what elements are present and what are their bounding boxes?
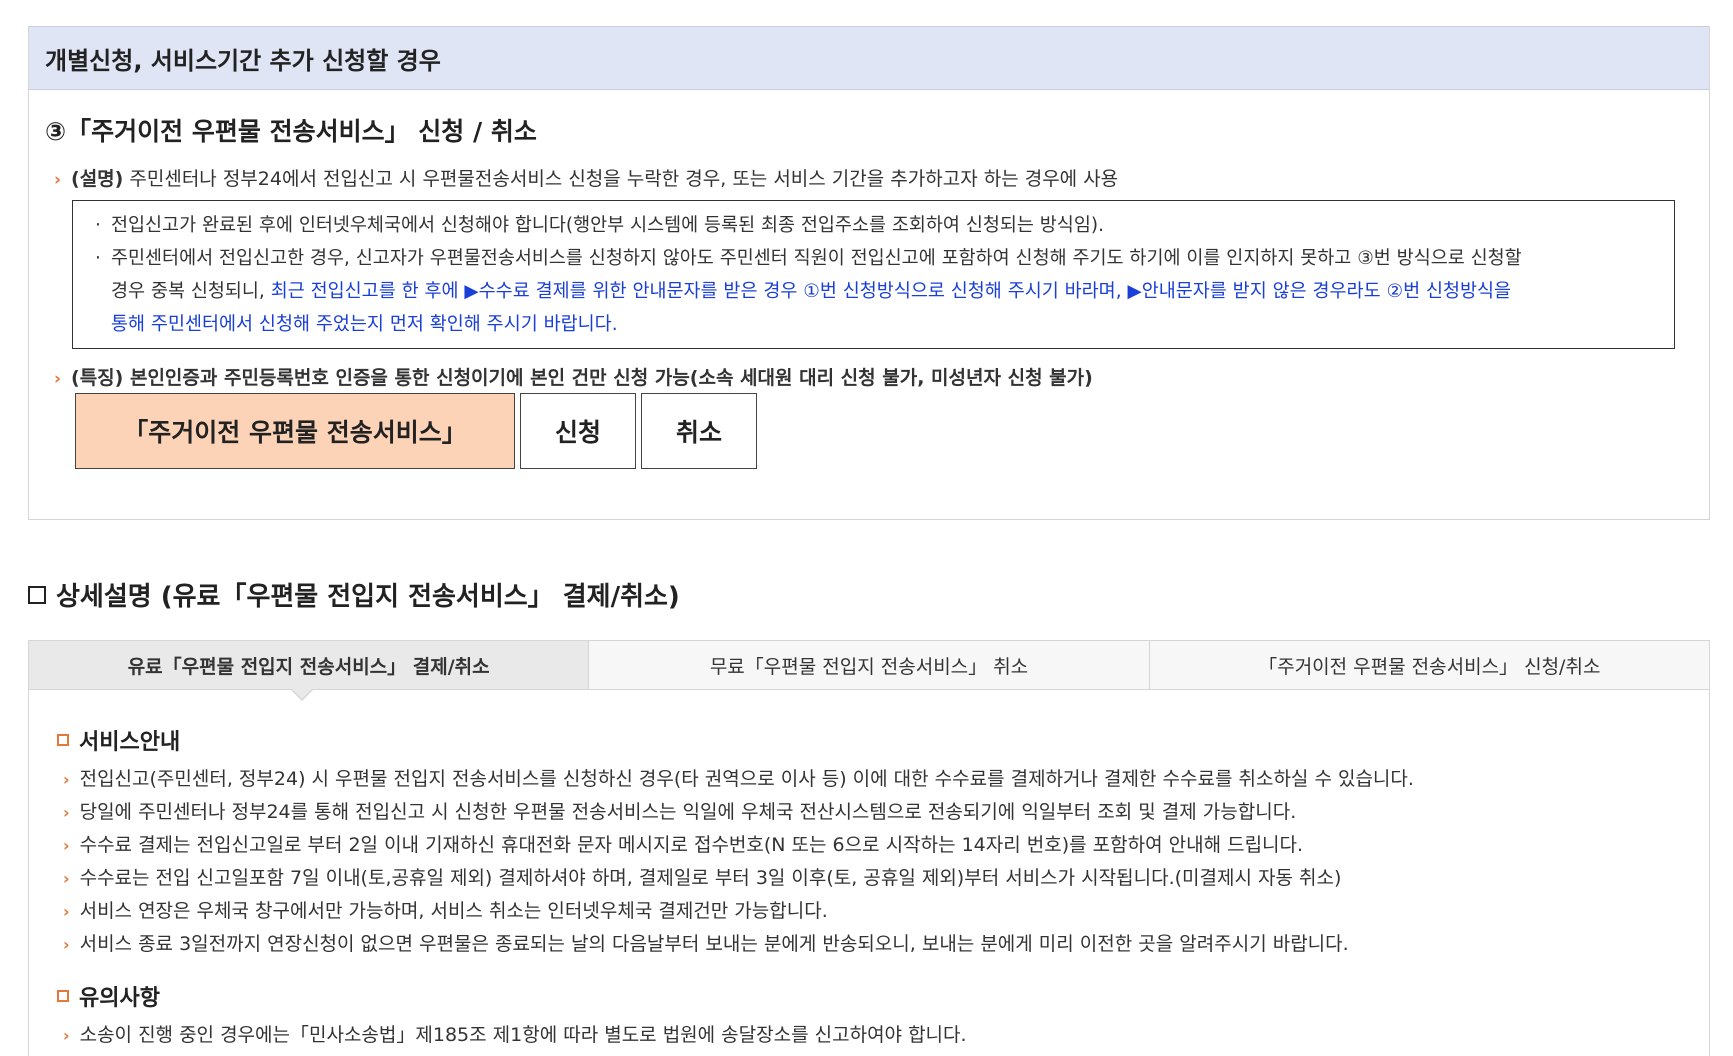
feature-line: › (특징) 본인인증과 주민등록번호 인증을 통한 신청이기에 본인 건만 신청… [54, 363, 1093, 390]
notice-text: 경우 중복 신청되니, [111, 281, 265, 302]
tab-paid-payment-cancel[interactable]: 유료「우편물 전입지 전송서비스」 결제/취소 [29, 641, 589, 689]
detail-title-text: 상세설명 (유료「우편물 전입지 전송서비스」 결제/취소) [56, 582, 680, 612]
list-item: › 수수료 결제는 전입신고일로 부터 2일 이내 기재하신 휴대전화 문자 메시… [63, 834, 1304, 856]
chevron-right-icon: › [63, 836, 70, 855]
bullet-dot-icon: · [95, 215, 101, 236]
service-guide-title: 서비스안내 [57, 724, 180, 756]
list-item: › 서비스 연장은 우체국 창구에서만 가능하며, 서비스 취소는 인터넷우체국 … [63, 900, 828, 922]
chevron-right-icon: › [54, 369, 62, 389]
tab-content: 서비스안내 › 전입신고(주민센터, 정부24) 시 우편물 전입지 전송서비스를… [28, 690, 1710, 1056]
panel-header: 개별신청, 서비스기간 추가 신청할 경우 [29, 26, 1709, 90]
description-label: (설명) [71, 168, 124, 190]
list-item: › 수수료는 전입 신고일포함 7일 이내(토,공휴일 제외) 결제하셔야 하며,… [63, 867, 1342, 889]
chevron-right-icon: › [63, 902, 70, 921]
list-item: › 전입신고(주민센터, 정부24) 시 우편물 전입지 전송서비스를 신청하신 … [63, 768, 1414, 790]
tab-free-cancel[interactable]: 무료「우편물 전입지 전송서비스」 취소 [588, 641, 1149, 689]
description-line: › (설명) 주민센터나 정부24에서 전입신고 시 우편물전송서비스 신청을 누… [54, 164, 1118, 191]
square-icon [28, 585, 46, 604]
list-item: › 소송이 진행 중인 경우에는「민사소송법」제185조 제1항에 따라 별도로 … [63, 1024, 967, 1046]
cancel-button[interactable]: 취소 [641, 393, 757, 469]
notice-text: 전입신고가 완료된 후에 인터넷우체국에서 신청해야 합니다(행안부 시스템에 … [111, 215, 1104, 236]
notice-text: 주민센터에서 전입신고한 경우, 신고자가 우편물전송서비스를 신청하지 않아도… [111, 248, 1522, 269]
individual-application-panel: 개별신청, 서비스기간 추가 신청할 경우 ③「주거이전 우편물 전송서비스」 … [28, 26, 1710, 520]
notice-item: · 주민센터에서 전입신고한 경우, 신고자가 우편물전송서비스를 신청하지 않… [95, 242, 1658, 341]
chevron-right-icon: › [63, 935, 70, 954]
list-item: › 서비스 종료 3일전까지 연장신청이 없으면 우편물은 종료되는 날의 다음날… [63, 933, 1349, 955]
notice-item: · 전입신고가 완료된 후에 인터넷우체국에서 신청해야 합니다(행안부 시스템… [95, 209, 1658, 242]
service-name-button[interactable]: 「주거이전 우편물 전송서비스」 [75, 393, 515, 469]
description-text: 주민센터나 정부24에서 전입신고 시 우편물전송서비스 신청을 누락한 경우,… [129, 168, 1119, 190]
feature-text: (특징) 본인인증과 주민등록번호 인증을 통한 신청이기에 본인 건만 신청 … [71, 367, 1093, 389]
orange-square-icon [57, 734, 69, 746]
notice-box: · 전입신고가 완료된 후에 인터넷우체국에서 신청해야 합니다(행안부 시스템… [72, 200, 1675, 349]
chevron-right-icon: › [63, 770, 70, 789]
orange-square-icon [57, 990, 69, 1002]
notice-highlight: 최근 전입신고를 한 후에 ▶수수료 결제를 위한 안내문자를 받은 경우 ①번… [270, 281, 1512, 302]
caution-title: 유의사항 [57, 980, 160, 1012]
chevron-right-icon: › [63, 803, 70, 822]
section-title: ③「주거이전 우편물 전송서비스」 신청 / 취소 [45, 117, 537, 146]
detail-title: 상세설명 (유료「우편물 전입지 전송서비스」 결제/취소) [28, 576, 680, 613]
chevron-right-icon: › [63, 869, 70, 888]
apply-button[interactable]: 신청 [520, 393, 636, 469]
chevron-right-icon: › [63, 1026, 70, 1045]
tab-relocation-apply-cancel[interactable]: 「주거이전 우편물 전송서비스」 신청/취소 [1148, 641, 1709, 689]
notice-highlight: 통해 주민센터에서 신청해 주었는지 먼저 확인해 주시기 바랍니다. [111, 314, 618, 335]
list-item: › 당일에 주민센터나 정부24를 통해 전입신고 시 신청한 우편물 전송서비스… [63, 801, 1297, 823]
detail-tabs: 유료「우편물 전입지 전송서비스」 결제/취소 무료「우편물 전입지 전송서비스… [28, 640, 1710, 690]
chevron-right-icon: › [54, 170, 62, 190]
bullet-dot-icon: · [95, 248, 101, 269]
